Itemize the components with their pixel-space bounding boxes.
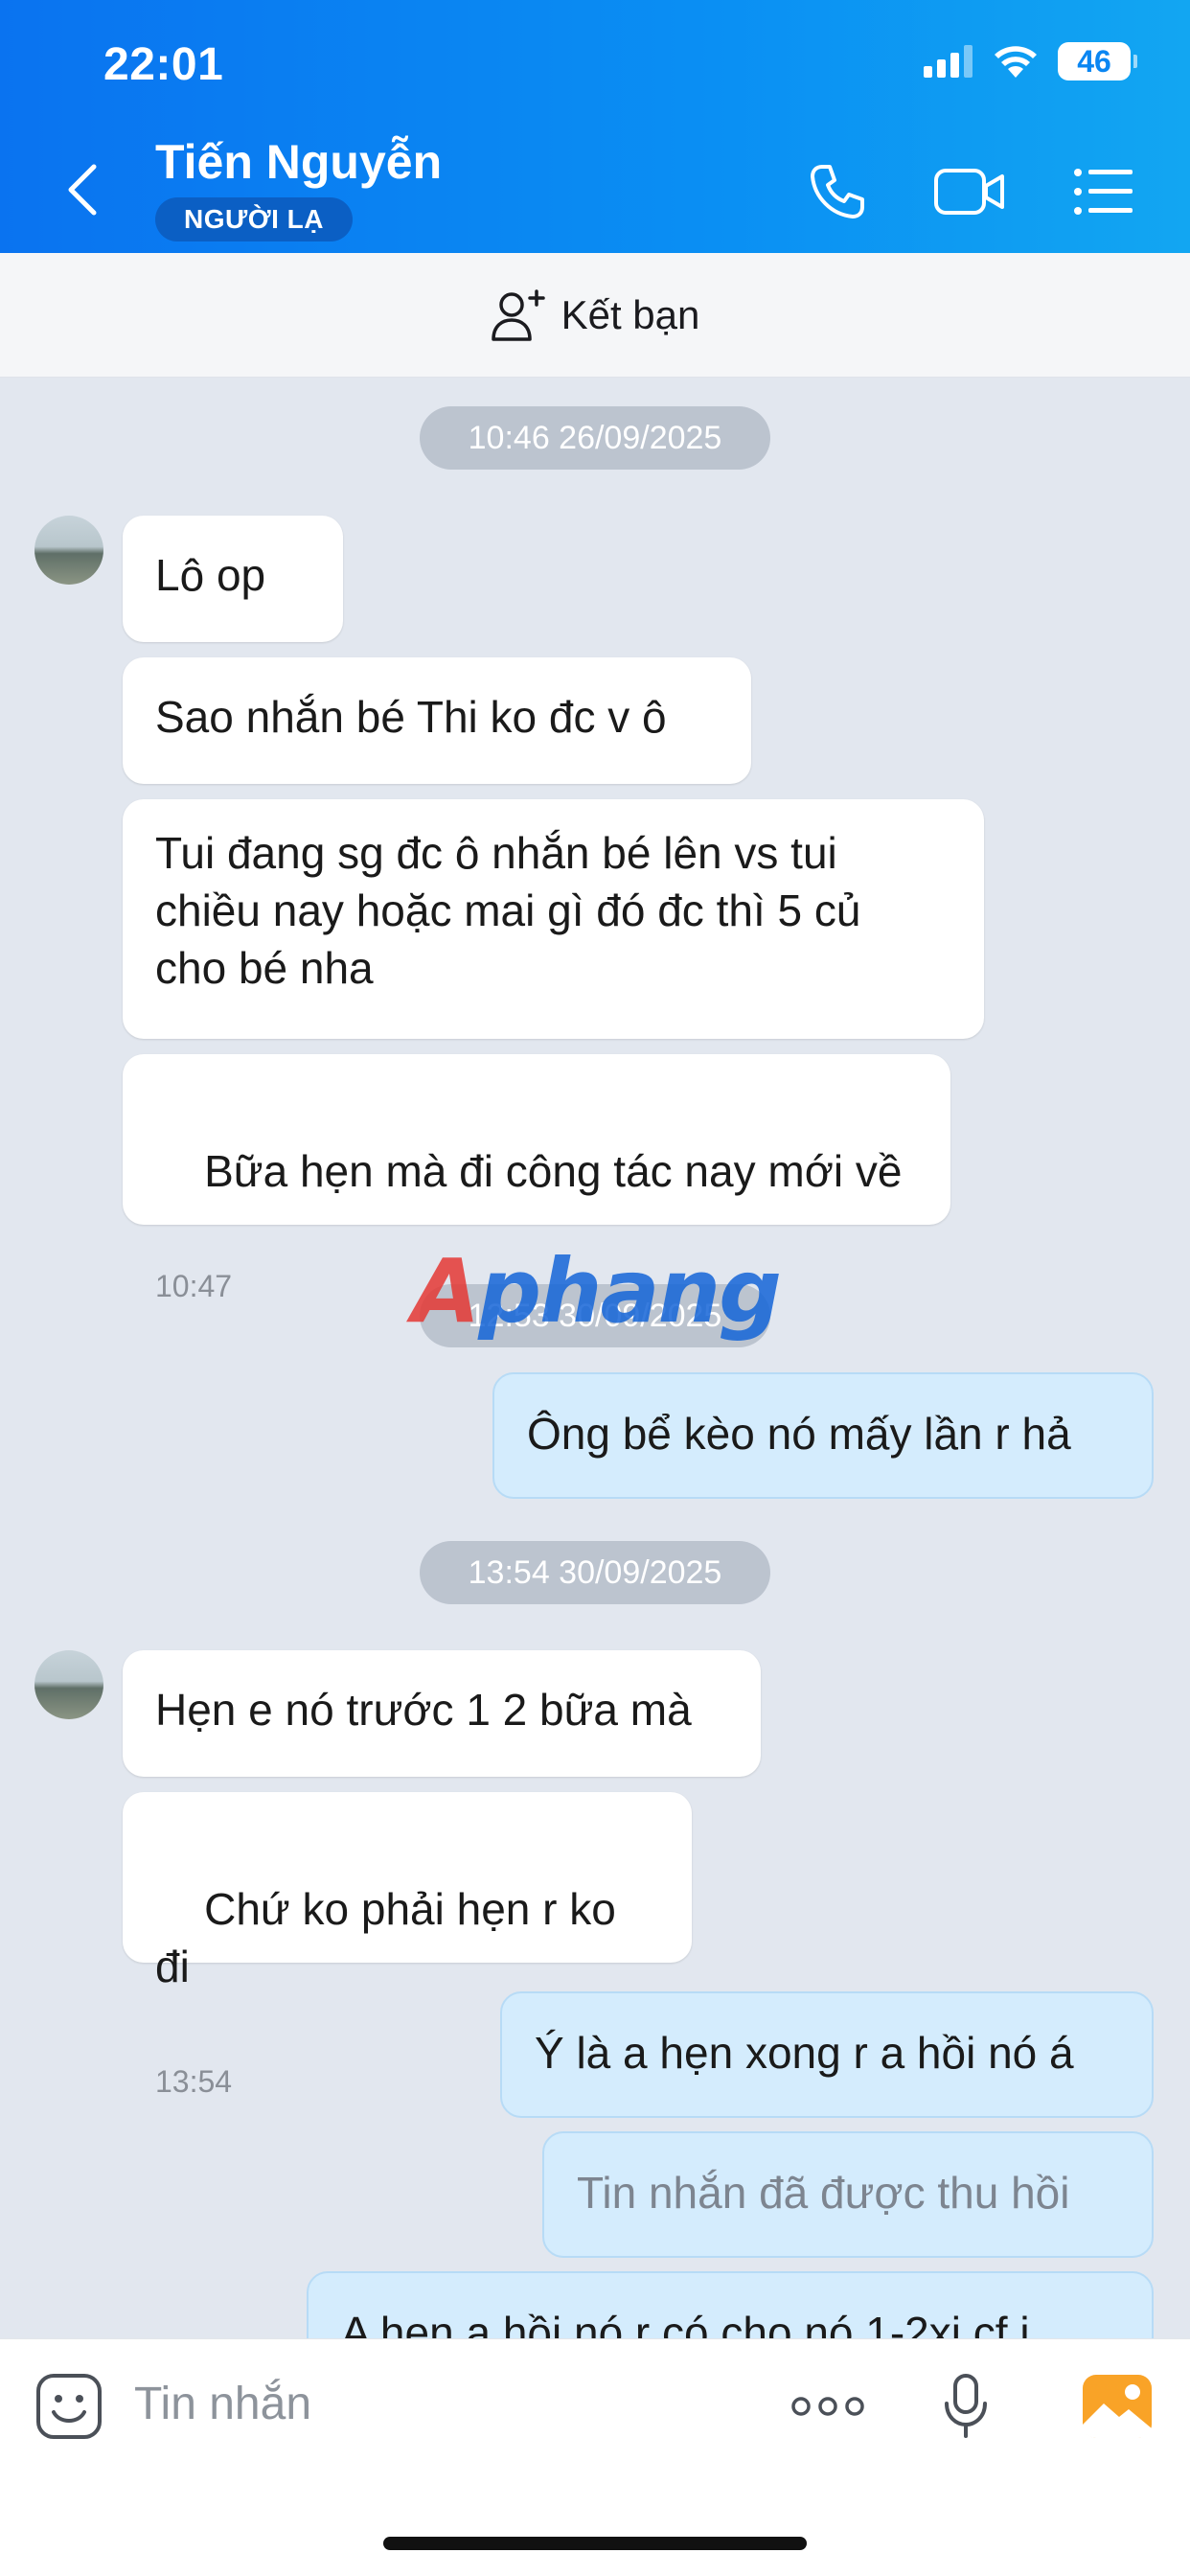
sticker-icon [36, 2374, 102, 2439]
battery-indicator: 46 [1058, 42, 1137, 80]
incoming-message[interactable]: Bữa hẹn mà đi công tác nay mới về 10:47 [123, 1054, 950, 1303]
incoming-message[interactable]: Tui đang sg đc ô nhắn bé lên vs tui chiề… [123, 799, 984, 1039]
image-icon [1083, 2375, 1152, 2438]
call-button[interactable] [799, 153, 876, 230]
more-dots-icon [791, 2397, 864, 2416]
date-separator: 13:54 30/09/2025 [420, 1541, 770, 1604]
recalled-message[interactable]: Tin nhắn đã được thu hồi [542, 2131, 1154, 2258]
video-call-icon [934, 169, 1004, 215]
back-chevron-icon [68, 164, 97, 216]
incoming-message[interactable]: Sao nhắn bé Thi ko đc v ô [123, 657, 751, 784]
status-icons: 46 [924, 42, 1137, 80]
add-friend-icon [491, 288, 545, 341]
stranger-badge: NGƯỜI LẠ [155, 197, 353, 242]
menu-button[interactable] [1065, 153, 1142, 230]
contact-name[interactable]: Tiến Nguyễn [155, 134, 442, 190]
voice-button[interactable] [927, 2368, 1004, 2445]
microphone-icon [945, 2374, 987, 2438]
add-friend-label: Kết bạn [561, 291, 700, 337]
date-separator: 10:46 26/09/2025 [420, 406, 770, 470]
home-indicator [383, 2537, 807, 2550]
message-list[interactable]: 10:46 26/09/2025 Lô op Sao nhắn bé Thi k… [0, 378, 1190, 2338]
incoming-message[interactable]: Lô op [123, 516, 343, 642]
menu-list-icon [1074, 169, 1133, 215]
phone-icon [811, 165, 864, 218]
message-input[interactable]: Tin nhắn [134, 2378, 311, 2430]
sticker-button[interactable] [31, 2368, 107, 2445]
gallery-button[interactable] [1079, 2368, 1156, 2445]
incoming-message[interactable]: Chứ ko phải hẹn r ko đi 13:54 [123, 1792, 692, 2099]
message-text: Bữa hẹn mà đi công tác nay mới về [204, 1146, 903, 1196]
outgoing-message[interactable]: Ông bể kèo nó mấy lần r hả [492, 1372, 1154, 1499]
back-button[interactable] [54, 153, 111, 226]
message-text: Chứ ko phải hẹn r ko đi [155, 1884, 629, 1991]
composer-bar: Tin nhắn [0, 2338, 1190, 2576]
outgoing-message[interactable]: A hẹn a hồi nó r có cho nó 1-2xi cf i [307, 2271, 1154, 2338]
signal-icon [924, 45, 973, 78]
contact-avatar[interactable] [34, 516, 103, 585]
incoming-message[interactable]: Hẹn e nó trước 1 2 bữa mà [123, 1650, 761, 1777]
contact-avatar[interactable] [34, 1650, 103, 1719]
watermark-logo: Aphang [412, 1240, 782, 1343]
status-time: 22:01 [103, 39, 224, 90]
video-call-button[interactable] [931, 153, 1008, 230]
wifi-icon [995, 46, 1037, 78]
add-friend-button[interactable]: Kết bạn [0, 253, 1190, 378]
chat-header: 22:01 46 Tiến Nguyễn NGƯỜI LẠ [0, 0, 1190, 253]
outgoing-message[interactable]: Ý là a hẹn xong r a hồi nó á [500, 1991, 1154, 2118]
more-button[interactable] [790, 2368, 866, 2445]
